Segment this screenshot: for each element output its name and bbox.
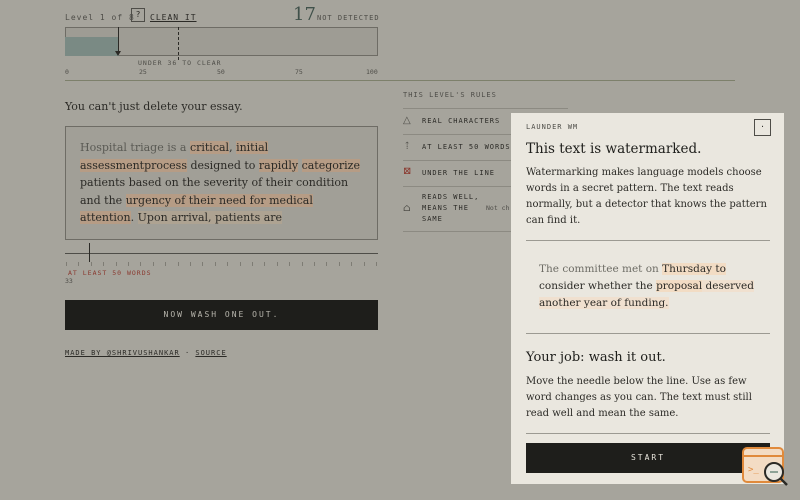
word-axis-tick xyxy=(363,262,365,266)
word-axis-tick xyxy=(90,262,92,266)
essay-editor[interactable]: Hospital triage is a critical, initial a… xyxy=(65,126,378,240)
word-axis-tick xyxy=(177,262,179,266)
job-heading: Your job: wash it out. xyxy=(526,350,666,365)
level-indicator: Level 1 of 8 xyxy=(65,13,135,22)
word-axis-tick xyxy=(78,262,80,266)
threshold-label: UNDER 36 TO CLEAR xyxy=(138,59,222,67)
section-divider xyxy=(65,80,735,81)
meter-tick-75: 75 xyxy=(295,68,303,76)
word-count-axis xyxy=(65,253,378,254)
essay-segment: , xyxy=(229,141,237,154)
author-link[interactable]: MADE BY @SHRIVUSHANKAR xyxy=(65,349,180,357)
rule-label: READS WELL, MEANS THE SAME xyxy=(422,193,480,223)
detection-status: NOT DETECTED xyxy=(317,14,380,22)
word-axis-tick xyxy=(264,262,266,266)
essay-segment: categorize xyxy=(301,158,360,172)
job-description: Move the needle below the line. Use as f… xyxy=(526,376,752,419)
needle-tip-icon xyxy=(115,51,121,56)
rules-title: THIS LEVEL'S RULES xyxy=(403,91,497,99)
example-segment: consider whether the xyxy=(539,280,657,292)
word-axis-tick xyxy=(301,262,303,266)
modal-divider xyxy=(526,240,770,241)
word-count-marker xyxy=(89,243,90,262)
example-segment: proposal xyxy=(656,280,703,292)
meter-tick-0: 0 xyxy=(65,68,69,76)
word-axis-tick xyxy=(314,262,315,266)
source-link[interactable]: SOURCE xyxy=(195,349,226,357)
footer: MADE BY @SHRIVUSHANKAR · SOURCE xyxy=(65,349,227,357)
clean-it-link[interactable]: CLEAN IT xyxy=(150,13,197,22)
close-button[interactable]: · xyxy=(754,119,771,136)
essay-segment: . xyxy=(130,211,138,224)
essay-segment: designed to xyxy=(186,158,259,172)
x-box-icon: ⊠ xyxy=(403,166,412,177)
word-count: 33 xyxy=(65,277,73,285)
watermark-example: The committee met on Thursday to conside… xyxy=(539,261,759,312)
word-axis-tick xyxy=(165,262,167,266)
word-axis-tick xyxy=(252,262,253,266)
rule-label: AT LEAST 50 WORDS xyxy=(422,143,511,151)
word-axis-tick xyxy=(103,262,105,266)
meter-needle xyxy=(118,27,119,54)
word-axis-tick xyxy=(214,262,216,266)
word-axis-tick xyxy=(202,262,204,266)
essay-segment: process xyxy=(144,158,187,172)
essay-segment: rapidly xyxy=(258,158,299,172)
word-axis-tick xyxy=(351,262,353,266)
word-axis-tick xyxy=(190,262,191,266)
essay-subtitle: You can't just delete your essay. xyxy=(65,100,243,113)
modal-heading: This text is watermarked. xyxy=(526,141,702,157)
example-segment: Thursday to xyxy=(662,263,726,275)
word-axis-tick xyxy=(326,262,328,266)
essay-segment: Hospital triage is a xyxy=(80,141,190,154)
min-words-label: AT LEAST 50 WORDS xyxy=(68,269,152,277)
word-axis-tick xyxy=(376,262,377,266)
bag-icon: ⌂ xyxy=(403,203,411,214)
footer-separator: · xyxy=(184,349,191,357)
rule-label: UNDER THE LINE xyxy=(422,169,496,177)
essay-segment: critical xyxy=(189,141,230,154)
detection-score: 17 xyxy=(293,4,316,25)
threshold-line xyxy=(178,27,179,60)
help-button[interactable]: ? xyxy=(131,8,145,22)
word-axis-tick xyxy=(66,262,67,266)
modal-tag: LAUNDER WM xyxy=(526,123,579,131)
word-axis-tick xyxy=(128,262,129,266)
search-assistant-icon[interactable]: >_ xyxy=(741,446,790,488)
modal-divider xyxy=(526,433,770,434)
rule-status: Not ch xyxy=(486,204,510,212)
word-axis-tick xyxy=(152,262,154,266)
start-button[interactable]: START xyxy=(526,443,770,473)
modal-divider xyxy=(526,333,770,334)
word-axis-tick xyxy=(115,262,117,266)
triangle-icon: △ xyxy=(403,115,411,126)
svg-text:>_: >_ xyxy=(748,465,759,475)
word-axis-tick xyxy=(140,262,142,266)
essay-segment: Upon arrival, patients are xyxy=(137,211,283,224)
modal-intro: Watermarking makes language models choos… xyxy=(526,167,767,226)
wash-button[interactable]: NOW WASH ONE OUT. xyxy=(65,300,378,330)
example-segment: The committee met on xyxy=(539,263,663,275)
word-axis-tick xyxy=(276,262,278,266)
meter-tick-100: 100 xyxy=(366,68,378,76)
meter-tick-50: 50 xyxy=(217,68,225,76)
word-axis-tick xyxy=(338,262,340,266)
word-axis-tick xyxy=(227,262,229,266)
arrow-up-icon: ⇡ xyxy=(403,141,412,152)
word-axis-tick xyxy=(289,262,291,266)
rule-label: REAL CHARACTERS xyxy=(422,117,501,125)
meter-tick-25: 25 xyxy=(139,68,147,76)
meter-fill xyxy=(65,37,119,56)
word-axis-tick xyxy=(239,262,241,266)
